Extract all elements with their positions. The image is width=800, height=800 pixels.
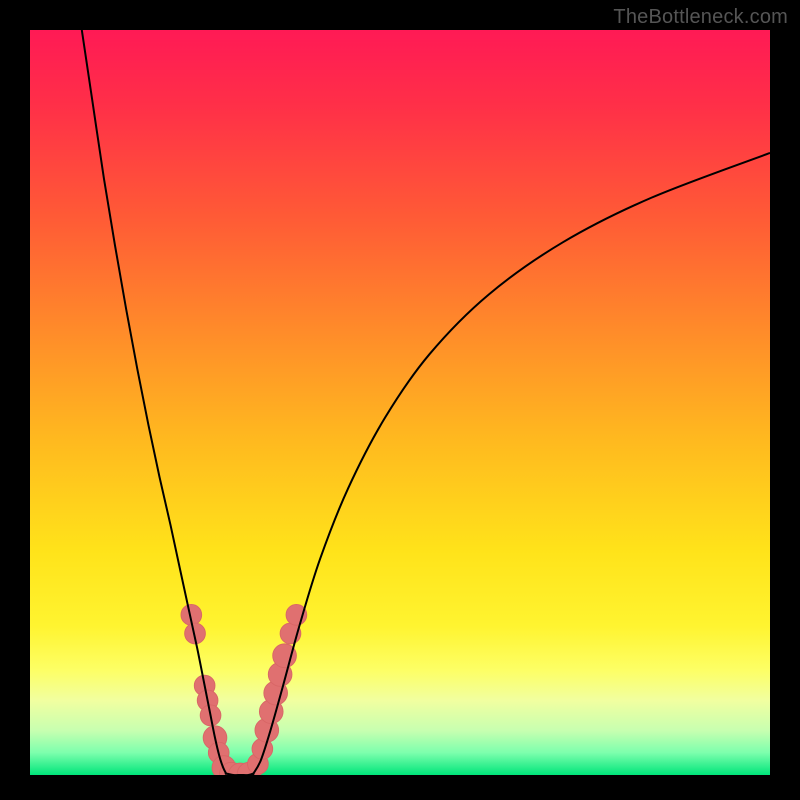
- watermark-text: TheBottleneck.com: [613, 6, 788, 29]
- chart-frame: TheBottleneck.com: [0, 0, 800, 800]
- curve-marker: [286, 604, 307, 625]
- marker-layer: [181, 604, 307, 775]
- bottleneck-curve: [30, 30, 770, 775]
- plot-area: [30, 30, 770, 775]
- curve-path: [82, 30, 770, 775]
